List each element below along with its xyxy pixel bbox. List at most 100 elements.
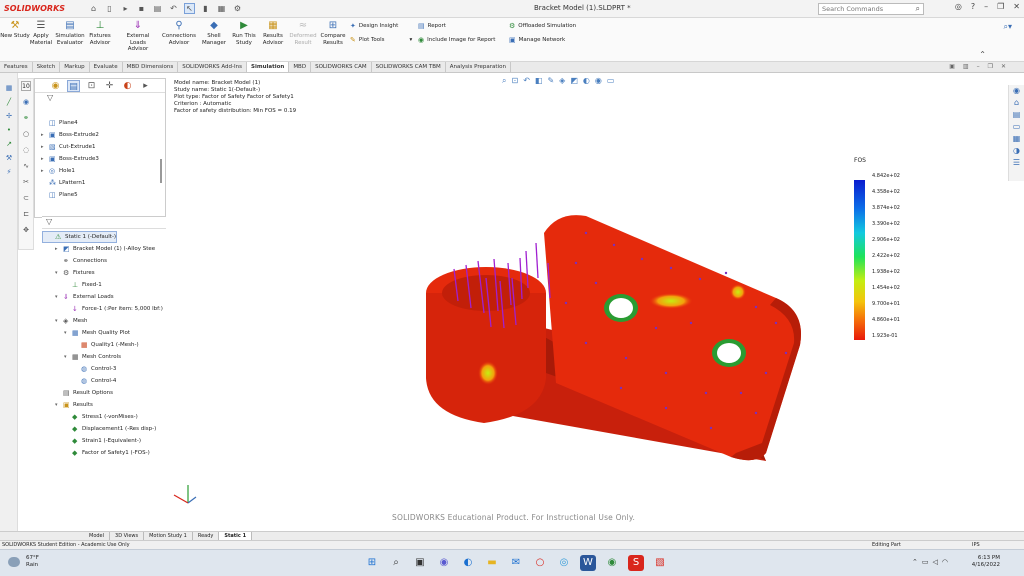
list-item[interactable]: ⁂ LPattern1	[41, 177, 99, 189]
undo-icon[interactable]: ↶	[168, 3, 179, 14]
list-item[interactable]: ◫ Plane4	[41, 117, 99, 129]
list-item[interactable]: ▸ ◎ Hole1	[41, 165, 99, 177]
chevron-down-icon[interactable]: ▾	[410, 37, 413, 43]
circle-icon[interactable]: ○	[21, 129, 31, 139]
list-item[interactable]: ◆ Strain1 (-Equivalent-)	[42, 435, 163, 447]
save-icon[interactable]: ▪	[136, 3, 147, 14]
point-icon[interactable]: ✢	[4, 111, 14, 121]
list-item[interactable]: ▦ Quality1 (-Mesh-)	[42, 339, 163, 351]
list-item[interactable]: ▾ ▦ Mesh Quality Plot	[42, 327, 163, 339]
plot-tools-button[interactable]: ✎ Plot Tools ▾	[350, 36, 412, 44]
mirror-icon[interactable]: ⊏	[21, 209, 31, 219]
list-item[interactable]: ▸ ▧ Cut-Extrude1	[41, 141, 99, 153]
file-explorer-taskbar-icon[interactable]: ▬	[484, 555, 500, 571]
task-view-icon[interactable]: ▣	[412, 555, 428, 571]
tab-sketch[interactable]: Sketch	[33, 62, 61, 72]
list-item[interactable]: ◍ Control-4	[42, 375, 163, 387]
arrow-icon[interactable]: ↗	[4, 139, 14, 149]
configuration-manager-icon[interactable]: ⊡	[85, 80, 98, 92]
tab-features[interactable]: Features	[0, 62, 33, 72]
report-button[interactable]: ▤ Report	[418, 22, 446, 30]
appearances-icon[interactable]: ◑	[1009, 145, 1024, 157]
edge-icon[interactable]: ◐	[460, 555, 476, 571]
list-item[interactable]: ↓ Force-1 (:Per item: 5,000 lbf:)	[42, 303, 163, 315]
network-tray-icon[interactable]: ▭	[922, 558, 929, 566]
list-item[interactable]: ◆ Stress1 (-vonMises-)	[42, 411, 163, 423]
word-icon[interactable]: W	[580, 555, 596, 571]
close-icon[interactable]: ✕	[1013, 2, 1020, 11]
trim-icon[interactable]: ✂	[21, 177, 31, 187]
shell-manager-button[interactable]: ◆ Shell Manager	[199, 20, 229, 46]
list-item[interactable]: ▾ ◈ Mesh	[42, 315, 163, 327]
solidworks-resources-icon[interactable]: ◉	[1009, 85, 1024, 97]
select-icon[interactable]: ↖	[184, 3, 195, 14]
include-image-button[interactable]: ◉ Include Image for Report	[418, 36, 495, 44]
list-item[interactable]: ▸ ▣ Boss-Extrude2	[41, 129, 99, 141]
vp-close-icon[interactable]: ✕	[1001, 63, 1006, 70]
list-item[interactable]: ◫ Plane5	[41, 189, 99, 201]
collapse-ribbon-icon[interactable]: ⌃	[979, 50, 986, 59]
help-icon[interactable]: ?	[971, 2, 975, 11]
compare-results-button[interactable]: ⊞ Compare Results	[318, 20, 348, 46]
tab-mbd-dimensions[interactable]: MBD Dimensions	[123, 62, 179, 72]
vp-restore-icon[interactable]: ❐	[988, 63, 993, 70]
mail-icon[interactable]: ✉	[508, 555, 524, 571]
weather-icon[interactable]	[8, 557, 20, 567]
list-item[interactable]: ▸ ▣ Boss-Extrude3	[41, 153, 99, 165]
lightning-icon[interactable]: ⚡	[4, 167, 14, 177]
design-library-icon[interactable]: ▤	[1009, 109, 1024, 121]
spline-icon[interactable]: ∿	[21, 161, 31, 171]
task-pane-search-icon[interactable]: ⌕▾	[1004, 22, 1013, 32]
graphics-viewport[interactable]: Model name: Bracket Model (1) Study name…	[166, 73, 1008, 531]
tab-markup[interactable]: Markup	[60, 62, 90, 72]
connections-advisor-button[interactable]: ⚲ Connections Advisor	[162, 20, 196, 46]
dimxpert-icon[interactable]: ✛	[103, 80, 116, 92]
tree-scrollbar[interactable]	[160, 159, 162, 183]
tab-solidworks-cam-tbm[interactable]: SOLIDWORKS CAM TBM	[372, 62, 446, 72]
rebuild-icon[interactable]: ▮	[200, 3, 211, 14]
app-icon[interactable]: ◎	[556, 555, 572, 571]
feature-manager-icon[interactable]: ◉	[49, 80, 62, 92]
taskbar-clock[interactable]: 6:13 PM 4/16/2022	[970, 555, 1000, 569]
list-item[interactable]: ▾ ▦ Mesh Controls	[42, 351, 163, 363]
chain-icon[interactable]: ⚭	[21, 113, 31, 123]
custom-properties-icon[interactable]: ☰	[1009, 157, 1024, 169]
simulation-evaluator-button[interactable]: ▤ Simulation Evaluator	[55, 20, 85, 46]
results-advisor-button[interactable]: ▦ Results Advisor	[258, 20, 288, 46]
view-palette-icon[interactable]: ▦	[1009, 133, 1024, 145]
search-taskbar-icon[interactable]: ⌕	[388, 555, 404, 571]
tab-solidworks-addins[interactable]: SOLIDWORKS Add-Ins	[178, 62, 247, 72]
list-item[interactable]: ▾ ⚙ Fixtures	[42, 267, 163, 279]
search-commands-input[interactable]: Search Commands ⌕	[818, 3, 924, 15]
line-icon[interactable]: ╱	[4, 97, 14, 107]
home-pane-icon[interactable]: ⌂	[1009, 97, 1024, 109]
offloaded-simulation-button[interactable]: ⚙ Offloaded Simulation	[509, 22, 576, 30]
apply-material-button[interactable]: ☰ Apply Material	[26, 20, 56, 46]
user-icon[interactable]: ◎	[955, 2, 962, 11]
opera-icon[interactable]: ○	[532, 555, 548, 571]
minimize-icon[interactable]: –	[984, 2, 988, 11]
file-explorer-icon[interactable]: ▭	[1009, 121, 1024, 133]
external-loads-advisor-button[interactable]: ⇓ External Loads Advisor	[121, 20, 155, 53]
tab-solidworks-cam[interactable]: SOLIDWORKS CAM	[311, 62, 372, 72]
solidworks-taskbar-icon[interactable]: S	[628, 555, 644, 571]
file-properties-icon[interactable]: ▦	[216, 3, 227, 14]
tab-model[interactable]: Model	[84, 532, 111, 540]
study-filter-icon[interactable]: ▽	[42, 217, 166, 229]
restore-icon[interactable]: ❐	[997, 2, 1004, 11]
display-manager-icon[interactable]: ◐	[121, 80, 134, 92]
list-item[interactable]: ▸ ◩ Bracket Model (1) (-Alloy Stee	[42, 243, 163, 255]
run-this-study-button[interactable]: ▶ Run This Study	[229, 20, 259, 46]
tool-icon[interactable]: ⚒	[4, 153, 14, 163]
list-item[interactable]: ◍ Control-3	[42, 363, 163, 375]
split-icon[interactable]: ▥	[963, 63, 969, 70]
weather-widget[interactable]: 67°F Rain	[26, 555, 39, 569]
chrome-icon[interactable]: ◉	[604, 555, 620, 571]
tab-evaluate[interactable]: Evaluate	[90, 62, 123, 72]
move-icon[interactable]: ✥	[21, 225, 31, 235]
search-icon[interactable]: ⌕	[916, 4, 920, 14]
wifi-icon[interactable]: ◠	[942, 558, 948, 566]
list-item[interactable]: ◆ Factor of Safety1 (-FOS-)	[42, 447, 163, 459]
tab-mbd[interactable]: MBD	[289, 62, 312, 72]
tree-filter-icon[interactable]: ▽	[35, 93, 165, 105]
